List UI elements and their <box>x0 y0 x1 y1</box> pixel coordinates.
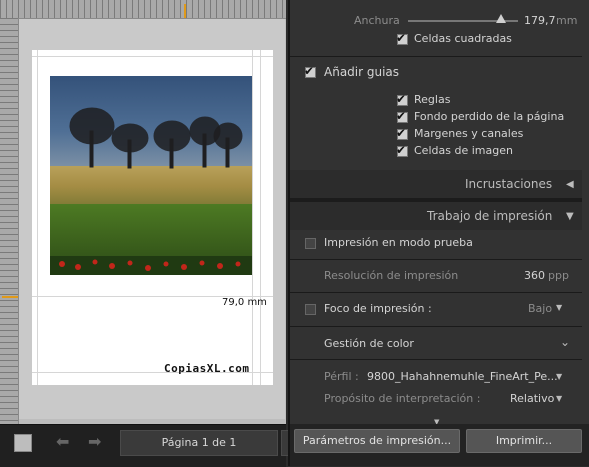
profile-value[interactable]: 9800_Hahahnemuhle_FineArt_Pe... <box>367 370 558 383</box>
expanded-triangle-icon[interactable]: ▼ <box>566 211 574 222</box>
add-guides-label: Añadir guias <box>324 65 400 79</box>
guide-bleed-label: Fondo perdido de la página <box>414 110 565 123</box>
ruler-marker <box>184 4 186 18</box>
page-indicator: Página 1 de 1 <box>120 430 278 456</box>
resolution-value[interactable]: 360 <box>524 269 545 282</box>
print-settings-button[interactable]: Parámetros de impresión... <box>294 429 460 453</box>
checkmark-icon: ✔ <box>304 64 315 78</box>
ruler-marker <box>2 296 18 298</box>
guide-margins-label: Margenes y canales <box>414 127 524 140</box>
previous-page-icon[interactable]: ⬅ <box>56 432 69 451</box>
checkmark-icon: ✔ <box>396 92 407 106</box>
checkmark-icon: ✔ <box>396 126 407 140</box>
resolution-unit: ppp <box>548 269 569 282</box>
sharpen-checkbox[interactable] <box>305 304 316 315</box>
color-management-label: Gestión de color <box>324 337 414 350</box>
sharpen-label: Foco de impresión : <box>324 302 432 315</box>
profile-label: Pérfil : <box>324 370 359 383</box>
width-slider-thumb[interactable] <box>496 14 506 23</box>
overlays-section-title: Incrustaciones <box>465 177 553 191</box>
landscape-photo <box>50 76 252 275</box>
width-label: Anchura <box>354 14 400 27</box>
double-chevron-down-icon[interactable]: ⌄ <box>560 335 570 349</box>
guide-rulers-label: Reglas <box>414 93 451 106</box>
checkmark-icon: ✔ <box>396 143 407 157</box>
chevron-down-icon[interactable]: ▼ <box>556 372 562 381</box>
intent-value[interactable]: Relativo <box>510 392 554 405</box>
chevron-down-icon[interactable]: ▼ <box>556 303 562 312</box>
square-cells-label: Celdas cuadradas <box>414 32 512 45</box>
width-value[interactable]: 179,7 <box>524 14 556 27</box>
checkmark-icon: ✔ <box>396 109 407 123</box>
cell-dimension-label: 79,0 mm <box>222 297 267 308</box>
next-page-icon[interactable]: ➡ <box>88 432 101 451</box>
photo-cell[interactable] <box>50 76 252 275</box>
sharpen-value[interactable]: Bajo <box>528 302 552 315</box>
checkmark-icon: ✔ <box>396 31 407 45</box>
horizontal-ruler <box>0 0 286 19</box>
chevron-down-icon[interactable]: ▼ <box>556 394 562 403</box>
guide-image-cells-label: Celdas de imagen <box>414 144 513 157</box>
collapsed-triangle-icon[interactable]: ◀ <box>566 179 574 190</box>
width-unit: mm <box>556 14 578 27</box>
draft-mode-label: Impresión en modo prueba <box>324 236 473 249</box>
print-button[interactable]: Imprimir... <box>466 429 582 453</box>
resolution-label: Resolución de impresión <box>324 269 459 282</box>
intent-label: Propósito de interpretación : <box>324 392 481 405</box>
vertical-ruler <box>0 18 19 424</box>
identity-plate-text[interactable]: CopiasXL.com <box>164 362 249 375</box>
page-view-toggle-icon[interactable] <box>14 434 32 452</box>
print-job-section-title: Trabajo de impresión <box>427 209 553 223</box>
draft-mode-checkbox[interactable] <box>305 238 316 249</box>
